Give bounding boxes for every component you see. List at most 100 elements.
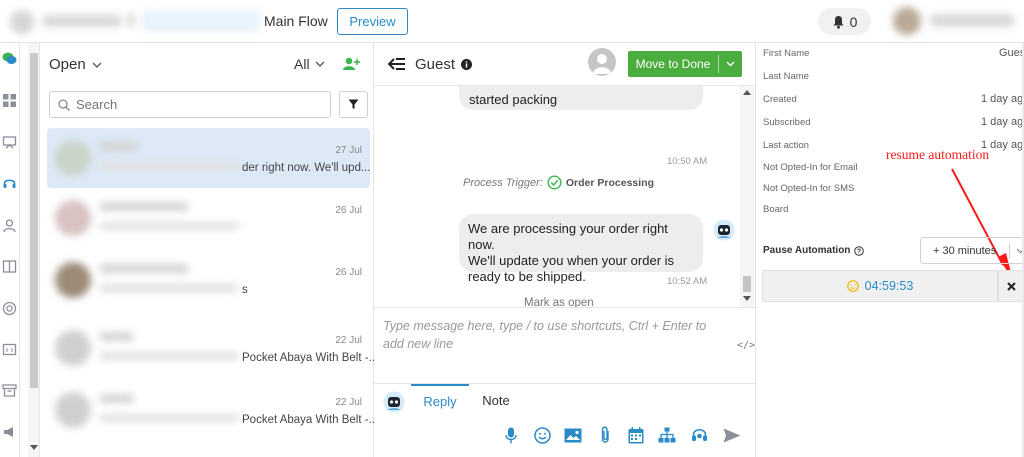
- archive-icon[interactable]: [2, 383, 17, 398]
- contact-avatar: [55, 392, 91, 428]
- left-nav-rail: [0, 43, 20, 457]
- agent-button[interactable]: [690, 426, 708, 444]
- composer-placeholder: Type message here, type / to use shortcu…: [383, 319, 707, 351]
- conversation-item[interactable]: 22 Jul Pocket Abaya With Belt -...: [47, 380, 378, 440]
- code-toggle-icon[interactable]: </>: [737, 340, 755, 351]
- chat-bubbles-icon[interactable]: [2, 51, 17, 66]
- chevron-down-icon: [315, 61, 325, 67]
- calendar-icon: [628, 426, 644, 443]
- headset-icon[interactable]: [2, 176, 17, 191]
- workspace-avatar[interactable]: [10, 10, 34, 34]
- conversation-item[interactable]: 26 Jul s: [47, 250, 370, 310]
- assignee-filter-dropdown[interactable]: All: [294, 56, 325, 72]
- broadcast-icon[interactable]: [2, 135, 17, 150]
- collapse-arrow-icon[interactable]: [388, 57, 406, 71]
- message-preview-blurred: [99, 414, 239, 422]
- emoji-icon: [533, 426, 551, 444]
- tab-reply[interactable]: Reply: [411, 384, 469, 417]
- book-icon[interactable]: [2, 259, 17, 274]
- reply-toolbar: Reply Note: [374, 384, 756, 457]
- message-preview-blurred: [99, 284, 239, 292]
- chat-scrollbar-thumb[interactable]: [743, 276, 751, 292]
- process-trigger-event: Process Trigger: Order Processing: [463, 175, 654, 190]
- conversation-item[interactable]: 27 Jul der right now. We'll upd...: [47, 128, 371, 188]
- conversation-item[interactable]: 22 Jul Pocket Abaya With Belt -...: [47, 318, 378, 378]
- bot-avatar-icon: [713, 219, 735, 241]
- headset-icon: [691, 428, 707, 441]
- status-filter-dropdown[interactable]: Open: [49, 56, 102, 73]
- trigger-label: Process Trigger:: [463, 176, 543, 189]
- emoji-button[interactable]: [533, 426, 551, 444]
- workspace-switch-icon[interactable]: [126, 14, 136, 26]
- resume-automation-button[interactable]: [998, 270, 1024, 302]
- chat-scrollbar[interactable]: [740, 86, 754, 307]
- message-composer[interactable]: Type message here, type / to use shortcu…: [374, 307, 756, 384]
- nav-scrollbar[interactable]: [28, 43, 40, 457]
- paperclip-icon: [601, 426, 609, 443]
- contact-avatar: [55, 262, 91, 298]
- add-user-icon[interactable]: [342, 55, 360, 73]
- scroll-down-arrow-icon[interactable]: [30, 445, 38, 451]
- move-to-done-dropdown[interactable]: [719, 61, 742, 67]
- calendar-button[interactable]: [627, 426, 645, 444]
- attribute-label: Board: [763, 204, 789, 215]
- scroll-up-arrow-icon[interactable]: [743, 89, 751, 95]
- app-window: Main Flow Preview 0 Open All Search 27 J…: [0, 0, 1024, 457]
- microphone-button[interactable]: [502, 426, 520, 444]
- message-bubble: started packing: [459, 86, 703, 110]
- pause-duration-select[interactable]: + 30 minutes: [920, 237, 1024, 264]
- message-time: 10:50 AM: [667, 156, 708, 167]
- contacts-icon[interactable]: [2, 218, 17, 233]
- nav-scrollbar-thumb[interactable]: [30, 53, 38, 388]
- mark-as-open-event: Mark as open: [524, 297, 594, 307]
- info-icon[interactable]: [461, 59, 473, 70]
- notifications-button[interactable]: 0: [818, 8, 871, 35]
- user-avatar[interactable]: [893, 7, 921, 35]
- conversation-date: 27 Jul: [335, 145, 362, 156]
- conversation-date: 26 Jul: [335, 267, 362, 278]
- assignee-avatar[interactable]: [588, 48, 616, 76]
- workspace-name: [42, 15, 122, 27]
- attribute-label: Subscribed: [763, 117, 811, 128]
- automation-timer: 04:59:53: [762, 270, 998, 302]
- image-button[interactable]: [564, 426, 582, 444]
- flow-button[interactable]: [658, 426, 676, 444]
- contact-name: Guest: [415, 56, 456, 73]
- attachment-button[interactable]: [596, 426, 614, 444]
- message-text-line: ready to be shipped.: [468, 269, 586, 284]
- filter-button[interactable]: [339, 91, 368, 118]
- contact-header[interactable]: Guest: [415, 56, 473, 73]
- send-button[interactable]: [723, 426, 741, 444]
- move-to-done-button[interactable]: Move to Done: [628, 51, 742, 77]
- scroll-down-arrow-icon[interactable]: [743, 296, 751, 302]
- calendar-grid-icon[interactable]: [2, 342, 17, 357]
- notification-count: 0: [849, 13, 858, 30]
- dashboard-icon[interactable]: [2, 93, 17, 108]
- flow-title: Main Flow: [264, 13, 328, 29]
- attribute-label: Last Name: [763, 71, 809, 82]
- contact-name: [99, 332, 134, 341]
- conversation-item[interactable]: 26 Jul: [47, 188, 370, 248]
- attribute-value: 1 day ag: [981, 93, 1024, 105]
- message-time: 10:52 AM: [667, 276, 708, 287]
- contact-avatar: [55, 200, 91, 236]
- search-input[interactable]: [76, 97, 306, 112]
- conversation-snippet: der right now. We'll upd...: [242, 162, 371, 174]
- search-box[interactable]: [49, 91, 331, 118]
- support-ring-icon[interactable]: [2, 301, 17, 316]
- contact-name: [99, 142, 139, 151]
- top-bar: Main Flow Preview 0: [0, 0, 1024, 43]
- contact-avatar: [55, 330, 91, 366]
- help-icon[interactable]: ?: [854, 245, 865, 256]
- tab-note[interactable]: Note: [470, 384, 522, 417]
- send-icon: [723, 428, 741, 442]
- megaphone-icon[interactable]: [2, 424, 17, 439]
- assignee-filter-label: All: [294, 56, 310, 72]
- search-icon: [58, 98, 70, 111]
- status-filter-label: Open: [49, 56, 86, 73]
- preview-button[interactable]: Preview: [337, 8, 408, 35]
- contact-details-panel: First Name Gues Last Name Created 1 day …: [756, 43, 1024, 457]
- user-placeholder-icon: [593, 54, 611, 74]
- attribute-label: Not Opted-In for Email: [763, 162, 858, 173]
- sitemap-icon: [658, 427, 676, 443]
